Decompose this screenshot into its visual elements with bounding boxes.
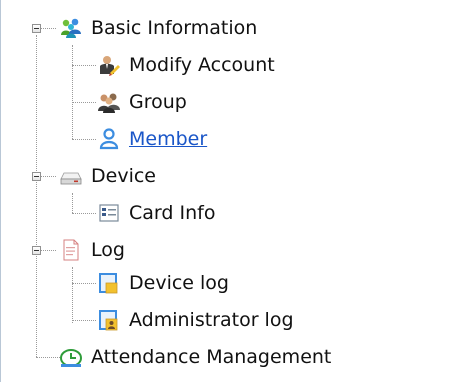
tree-node-group[interactable]: Group	[97, 87, 187, 117]
tree-node-card-info[interactable]: Card Info	[97, 198, 215, 228]
tree-node-attendance-management[interactable]: Attendance Management	[59, 342, 331, 372]
admin-log-icon	[97, 308, 121, 332]
tree-line	[36, 357, 60, 358]
device-log-icon	[97, 271, 121, 295]
document-icon	[59, 238, 83, 262]
tree-line	[72, 193, 73, 213]
tree-line	[72, 267, 73, 323]
tree-node-label: Modify Account	[129, 54, 275, 76]
people-group-icon	[59, 16, 83, 40]
navigation-tree: Basic Information Modify Account Group M…	[0, 0, 470, 382]
tree-node-label: Device	[91, 165, 156, 187]
user-group-icon	[97, 90, 121, 114]
tree-line	[72, 102, 96, 103]
tree-node-log[interactable]: Log	[59, 235, 125, 265]
tree-node-label: Attendance Management	[91, 346, 332, 368]
tree-node-administrator-log[interactable]: Administrator log	[97, 305, 294, 335]
tree-line	[72, 320, 96, 321]
tree-node-device-log[interactable]: Device log	[97, 268, 229, 298]
card-icon	[97, 201, 121, 225]
tree-line	[72, 45, 73, 139]
tree-line	[72, 65, 96, 66]
tree-node-label: Basic Information	[91, 17, 258, 39]
tree-node-label: Member	[129, 128, 208, 150]
tree-node-label: Group	[129, 91, 187, 113]
tree-node-label: Device log	[129, 272, 229, 294]
collapse-device-toggle[interactable]	[32, 172, 41, 181]
tree-node-label: Log	[91, 239, 125, 261]
tree-node-basic-information[interactable]: Basic Information	[59, 13, 257, 43]
tree-node-device[interactable]: Device	[59, 161, 156, 191]
tree-line	[72, 139, 96, 140]
tree-line	[41, 250, 56, 251]
tree-node-modify-account[interactable]: Modify Account	[97, 50, 275, 80]
tree-line	[36, 35, 37, 357]
attendance-clock-icon	[59, 345, 83, 369]
user-edit-icon	[97, 53, 121, 77]
tree-line	[72, 213, 96, 214]
tree-node-label: Card Info	[129, 202, 216, 224]
device-icon	[59, 164, 83, 188]
collapse-basic-information-toggle[interactable]	[32, 24, 41, 33]
tree-line	[41, 176, 56, 177]
tree-node-label: Administrator log	[129, 309, 294, 331]
tree-node-member[interactable]: Member	[97, 124, 207, 154]
collapse-log-toggle[interactable]	[32, 246, 41, 255]
user-icon	[97, 127, 121, 151]
tree-line	[72, 283, 96, 284]
tree-line	[41, 28, 56, 29]
